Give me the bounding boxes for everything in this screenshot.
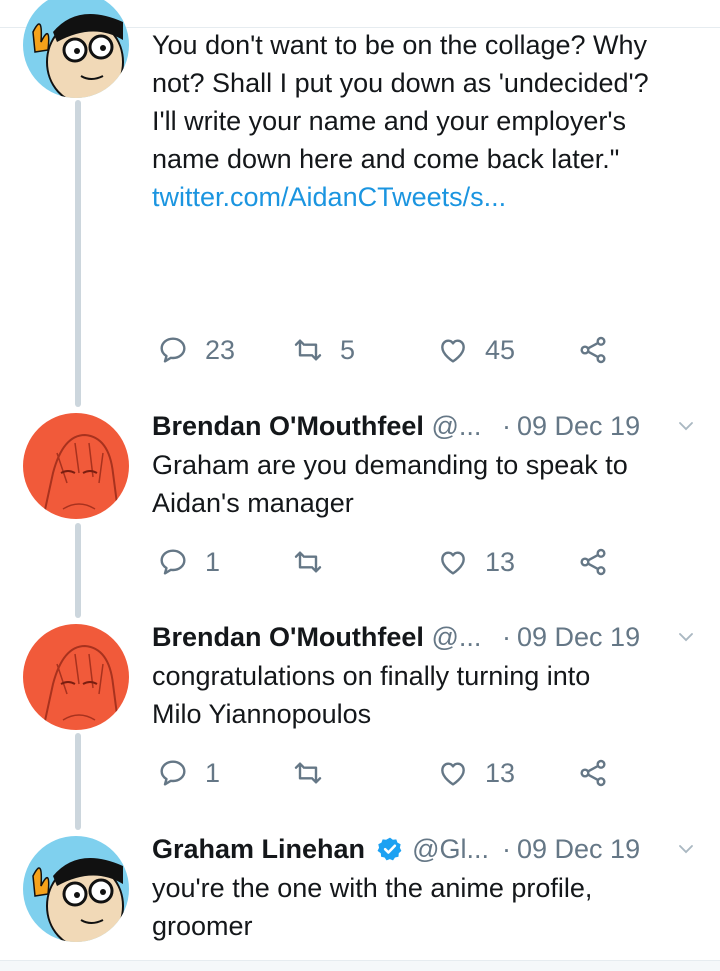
reply-icon	[160, 549, 186, 575]
reply-button[interactable]: 23	[157, 330, 235, 370]
retweet-button[interactable]	[292, 753, 324, 793]
tweet-actions: 1 13	[152, 542, 652, 582]
retweet-icon	[294, 551, 322, 573]
chevron-down-icon[interactable]	[677, 628, 695, 646]
share-button[interactable]	[577, 753, 609, 793]
share-icon	[580, 336, 606, 364]
thread-line	[75, 733, 81, 830]
retweet-button[interactable]: 5	[292, 330, 355, 370]
tweet-date[interactable]: 09 Dec 19	[517, 829, 640, 869]
reply-button[interactable]: 1	[157, 542, 220, 582]
tweet-actions: 23 5 45	[152, 330, 652, 370]
reply-icon	[160, 760, 186, 786]
bottom-divider	[0, 960, 720, 971]
tweet-link[interactable]: twitter.com/AidanCTweets/s...	[152, 178, 707, 216]
tweet-text: congratulations on finally turning into …	[152, 661, 591, 729]
retweet-icon	[294, 762, 322, 784]
avatar-brendan[interactable]	[23, 413, 129, 519]
cartoon-avatar-icon	[23, 0, 129, 98]
tweet-text: you're the one with the anime profile, g…	[152, 873, 593, 941]
share-button[interactable]	[577, 542, 609, 582]
retweet-button[interactable]	[292, 542, 324, 582]
anime-avatar-icon	[23, 413, 129, 519]
tweet-date[interactable]: 09 Dec 19	[517, 617, 640, 657]
tweet-text: Graham are you demanding to speak to Aid…	[152, 450, 628, 518]
tweet-meta: · 09 Dec 19	[152, 617, 707, 657]
avatar-graham[interactable]	[23, 0, 129, 98]
share-button[interactable]	[577, 330, 609, 370]
separator-dot: ·	[502, 834, 511, 864]
thread-line	[75, 100, 81, 407]
separator-dot: ·	[502, 411, 511, 441]
separator-dot: ·	[502, 622, 511, 652]
like-icon	[441, 339, 465, 363]
like-icon	[441, 762, 465, 786]
like-button[interactable]: 13	[437, 542, 515, 582]
like-button[interactable]: 45	[437, 330, 515, 370]
tweet-text: You don't want to be on the collage? Why…	[152, 26, 707, 216]
reply-button[interactable]: 1	[157, 753, 220, 793]
tweet-actions: 1 13	[152, 753, 652, 793]
retweet-icon	[294, 339, 322, 361]
avatar-brendan[interactable]	[23, 624, 129, 730]
chevron-down-icon[interactable]	[677, 417, 695, 435]
like-button[interactable]: 13	[437, 753, 515, 793]
tweet-meta: · 09 Dec 19	[152, 406, 707, 446]
tweet-date[interactable]: 09 Dec 19	[517, 406, 640, 446]
share-icon	[580, 759, 606, 787]
like-icon	[441, 551, 465, 575]
chevron-down-icon[interactable]	[677, 840, 695, 858]
avatar-graham[interactable]	[23, 836, 129, 942]
share-icon	[580, 548, 606, 576]
thread-line	[75, 523, 81, 618]
tweet-meta: · 09 Dec 19	[152, 829, 707, 869]
anime-avatar-icon	[23, 624, 129, 730]
reply-icon	[160, 337, 186, 363]
cartoon-avatar-icon	[23, 836, 129, 942]
